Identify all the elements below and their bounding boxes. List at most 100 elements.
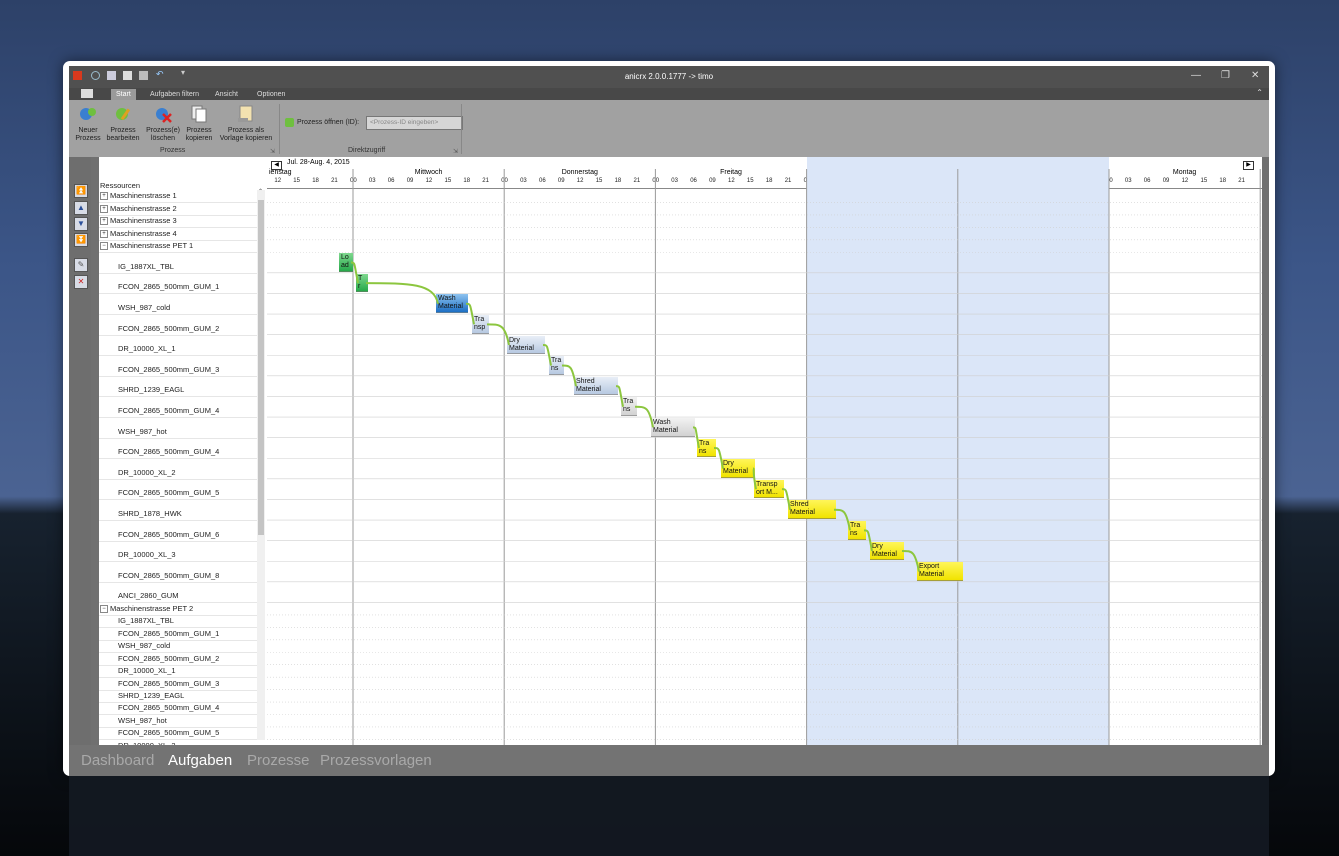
resource-group-row[interactable]: + Maschinenstrasse 3 [99, 215, 257, 229]
tab-start[interactable]: Start [111, 89, 136, 100]
expand-icon[interactable]: + [100, 217, 108, 226]
resource-label: FCON_2865_500mm_GUM_2 [118, 323, 220, 333]
resource-label: FCON_2865_500mm_GUM_3 [118, 364, 220, 374]
resource-label: IG_1887XL_TBL [118, 616, 174, 626]
task-connector [863, 529, 873, 552]
resource-group-row[interactable]: + Maschinenstrasse 4 [99, 227, 257, 241]
resource-row[interactable]: WSH_987_hot [99, 715, 257, 728]
group-launcher-icon[interactable]: ⇲ [270, 148, 275, 155]
resource-row[interactable]: FCON_2865_500mm_GUM_6 [99, 520, 257, 542]
resource-row[interactable]: FCON_2865_500mm_GUM_5 [99, 727, 257, 741]
resource-row[interactable]: FCON_2865_500mm_GUM_2 [99, 314, 257, 336]
resource-row[interactable]: SHRD_1239_EAGL [99, 690, 257, 704]
edit-process-label: Prozess [110, 127, 136, 134]
resource-label: Maschinenstrasse 3 [110, 216, 177, 226]
app-menu-icon[interactable] [81, 89, 93, 98]
copy-process-label: Prozess [186, 127, 212, 134]
resource-row[interactable]: DR_10000_XL_1 [99, 335, 257, 357]
resource-row[interactable]: FCON_2865_500mm_GUM_8 [99, 561, 257, 583]
edit-filter-icon[interactable]: ✎ [74, 258, 88, 272]
resource-row[interactable]: WSH_987_hot [99, 417, 257, 439]
nav-prozessvorlagen[interactable]: Prozessvorlagen [320, 752, 432, 769]
collapse-ribbon-icon[interactable]: ⌃ [1256, 88, 1263, 97]
task-connector [713, 446, 724, 469]
collapse-icon[interactable]: − [100, 604, 108, 613]
resource-row[interactable]: FCON_2865_500mm_GUM_4 [99, 396, 257, 419]
resource-row[interactable]: DR_10000_XL_1 [99, 665, 257, 679]
scroll-bottom-icon[interactable]: ⏬ [74, 233, 88, 247]
minimize-button[interactable]: — [1191, 70, 1201, 81]
tab-aufgaben-filtern[interactable]: Aufgaben filtern [145, 89, 204, 100]
resource-row[interactable]: WSH_987_cold [99, 640, 257, 654]
resource-group-row[interactable]: − Maschinenstrasse PET 2 [99, 602, 257, 616]
resource-row[interactable]: FCON_2865_500mm_GUM_3 [99, 677, 257, 691]
resource-row[interactable]: SHRD_1239_EAGL [99, 376, 257, 398]
ribbon: Neuer Prozess Prozess bearbeiten Prozess… [69, 100, 1269, 158]
scrollbar-thumb[interactable] [258, 200, 264, 535]
expand-icon[interactable]: + [100, 229, 108, 238]
resource-row[interactable]: FCON_2865_500mm_GUM_2 [99, 652, 257, 666]
new-process-button[interactable]: Neuer Prozess [73, 104, 103, 143]
copy-as-template-button[interactable]: Prozess als Vorlage kopieren [219, 104, 273, 143]
resource-label: FCON_2865_500mm_GUM_2 [118, 653, 220, 663]
task-connector [561, 364, 577, 387]
task-connector [542, 343, 552, 366]
resource-row[interactable]: ANCI_2860_GUM [99, 582, 257, 604]
scroll-up-arrow-icon[interactable]: ⌃ [258, 188, 263, 195]
task-connector [692, 426, 700, 449]
expand-icon[interactable]: + [100, 192, 108, 201]
nav-aufgaben[interactable]: Aufgaben [168, 752, 232, 769]
copy-process-icon [191, 105, 207, 123]
group-launcher-icon-2[interactable]: ⇲ [453, 148, 458, 155]
nav-prozesse[interactable]: Prozesse [247, 752, 310, 769]
resource-row[interactable]: FCON_2865_500mm_GUM_4 [99, 702, 257, 716]
resource-row[interactable]: SHRD_1878_HWK [99, 499, 257, 522]
scroll-up-icon[interactable]: ▲ [74, 201, 88, 215]
scroll-down-icon[interactable]: ▼ [74, 217, 88, 231]
group-label-direktzugriff: Direktzugriff [348, 147, 386, 154]
process-id-input[interactable]: <Prozess-ID eingeben> [366, 116, 463, 130]
template-icon [238, 105, 253, 122]
resource-row[interactable]: FCON_2865_500mm_GUM_1 [99, 273, 257, 295]
resource-label: Maschinenstrasse PET 1 [110, 241, 194, 251]
expand-icon[interactable]: + [100, 204, 108, 213]
collapse-icon[interactable]: − [100, 242, 108, 251]
resources-header: Ressourcen [100, 181, 141, 190]
resource-group-row[interactable]: + Maschinenstrasse 1 [99, 190, 257, 204]
edit-process-button[interactable]: Prozess bearbeiten [105, 104, 141, 143]
resource-row[interactable]: FCON_2865_500mm_GUM_5 [99, 479, 257, 501]
resource-row[interactable]: DR_10000_XL_2 [99, 458, 257, 480]
resource-label: FCON_2865_500mm_GUM_8 [118, 570, 220, 580]
scroll-top-icon[interactable]: ⏫ [74, 184, 88, 198]
resource-row[interactable]: IG_1887XL_TBL [99, 615, 257, 629]
task-connectors [350, 261, 920, 572]
resource-label: DR_10000_XL_3 [118, 550, 176, 560]
resource-row[interactable]: FCON_2865_500mm_GUM_1 [99, 627, 257, 641]
copy-process-button[interactable]: Prozess kopieren [183, 104, 215, 143]
tab-ansicht[interactable]: Ansicht [210, 89, 243, 100]
resource-row[interactable]: WSH_987_cold [99, 293, 257, 316]
resource-group-row[interactable]: − Maschinenstrasse PET 1 [99, 240, 257, 254]
nav-dashboard[interactable]: Dashboard [81, 752, 154, 769]
resource-label: FCON_2865_500mm_GUM_5 [118, 488, 220, 498]
resource-row[interactable]: IG_1887XL_TBL [99, 252, 257, 274]
main-content: ⏫ ▲ ▼ ⏬ ✎ ✕ Ressourcen + Maschinenstrasse… [69, 157, 1269, 753]
delete-process-button[interactable]: Prozess(e) löschen [145, 104, 181, 143]
resource-row[interactable]: FCON_2865_500mm_GUM_3 [99, 355, 257, 377]
group-label-prozess: Prozess [160, 147, 186, 154]
tab-optionen[interactable]: Optionen [252, 89, 290, 100]
resource-label: FCON_2865_500mm_GUM_6 [118, 529, 220, 539]
ribbon-tab-bar: Start Aufgaben filtern Ansicht Optionen … [69, 88, 1269, 100]
resource-group-row[interactable]: + Maschinenstrasse 2 [99, 202, 257, 216]
resource-row[interactable]: FCON_2865_500mm_GUM_4 [99, 438, 257, 460]
restore-button[interactable]: ❐ [1221, 70, 1230, 81]
open-process-icon [285, 118, 294, 127]
open-process-label: Prozess öffnen (ID): [297, 119, 360, 126]
resource-scrollbar[interactable]: ⌃ [257, 188, 265, 740]
resource-row[interactable]: DR_10000_XL_3 [99, 541, 257, 563]
clear-filter-icon[interactable]: ✕ [74, 275, 88, 289]
close-button[interactable]: ✕ [1251, 70, 1259, 81]
resource-label: Maschinenstrasse 2 [110, 203, 177, 213]
resource-label: WSH_987_cold [118, 303, 171, 313]
task-connector [615, 385, 624, 407]
